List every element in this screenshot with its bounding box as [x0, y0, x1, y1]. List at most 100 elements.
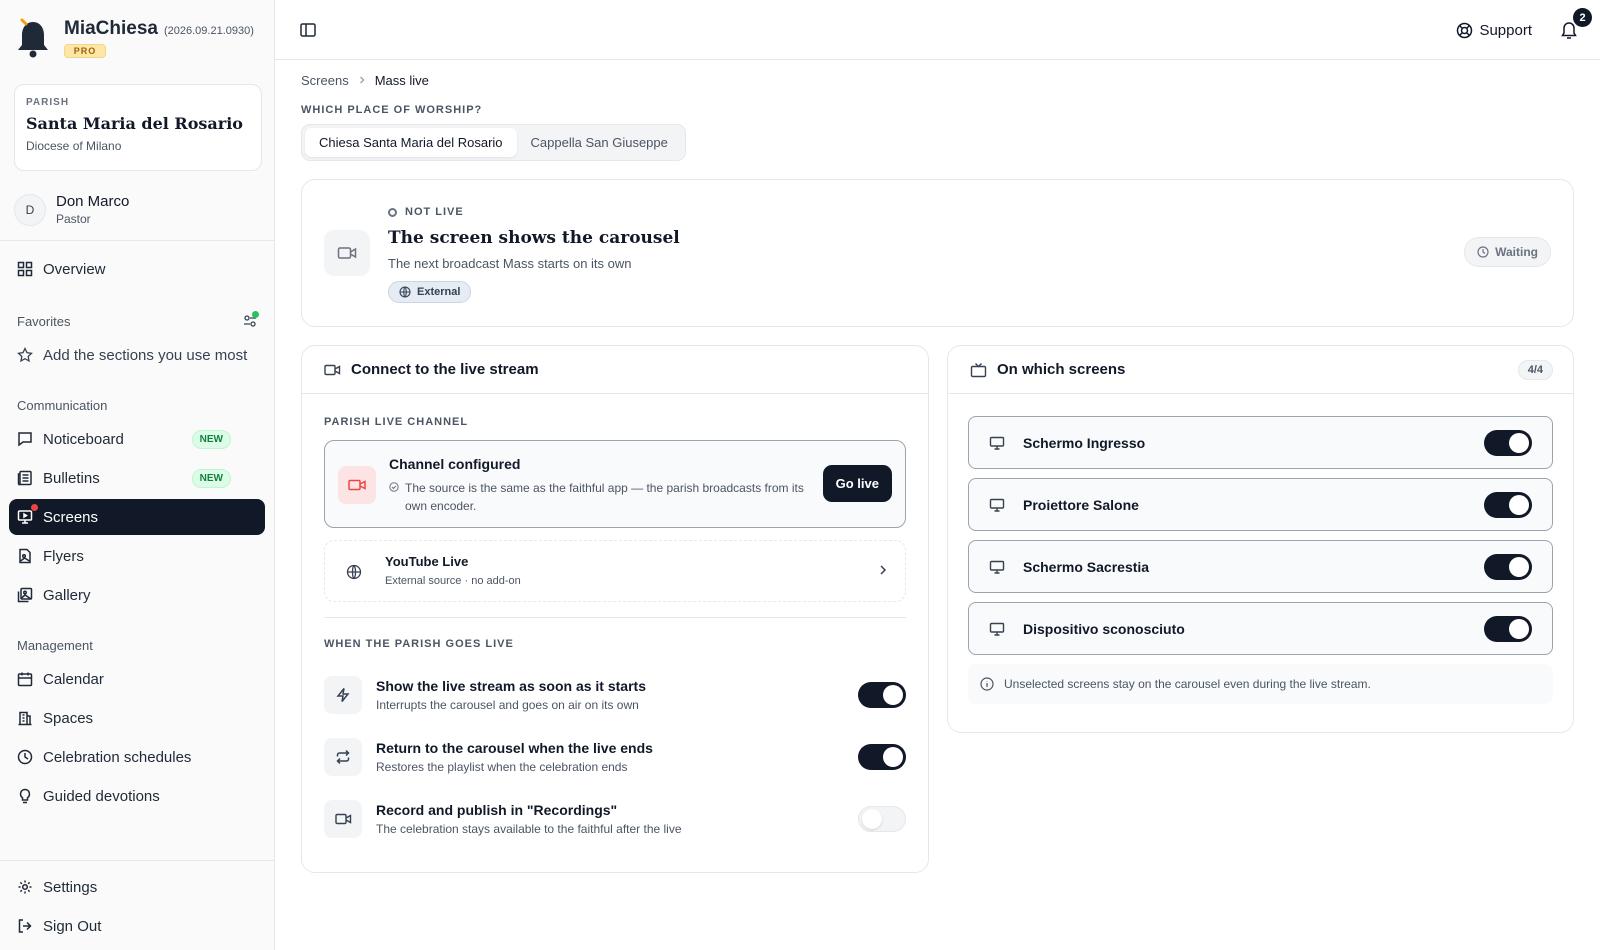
monitor-icon — [989, 497, 1005, 513]
youtube-live-option[interactable]: YouTube Live External source · no add-on — [324, 540, 906, 602]
live-state-label: NOT LIVE — [405, 206, 464, 218]
sidebar-item-label: Celebration schedules — [43, 748, 192, 766]
user-role: Pastor — [56, 212, 91, 226]
option-return-carousel: Return to the carousel when the live end… — [324, 726, 906, 788]
sidebar-item-label: Screens — [43, 508, 99, 526]
support-button[interactable]: Support — [1456, 22, 1532, 39]
status-ring-icon — [388, 207, 397, 217]
sidebar-item-sign-out[interactable]: Sign Out — [9, 908, 265, 944]
parish-card[interactable]: PARISH Santa Maria del Rosario Diocese o… — [14, 84, 262, 171]
log-out-icon — [17, 918, 33, 934]
sidebar-item-label: Noticeboard — [43, 430, 124, 448]
screen-row: Schermo Ingresso — [968, 416, 1553, 469]
avatar: D — [14, 193, 46, 226]
return-carousel-toggle[interactable] — [858, 744, 906, 770]
video-camera-icon — [324, 800, 362, 838]
new-badge: NEW — [191, 468, 231, 488]
option-title: Record and publish in "Recordings" — [376, 802, 618, 818]
waiting-label: Waiting — [1495, 245, 1538, 259]
new-badge: NEW — [191, 429, 231, 449]
configured-channel-card[interactable]: Channel configured The source is the sam… — [324, 440, 906, 528]
edit-favorites-icon[interactable] — [243, 311, 259, 328]
worship-option-cappella[interactable]: Cappella San Giuseppe — [517, 128, 682, 157]
screens-panel-title: On which screens — [997, 361, 1126, 378]
go-live-button[interactable]: Go live — [822, 465, 892, 502]
sidebar-item-label: Bulletins — [43, 469, 100, 487]
alert-dot — [30, 503, 39, 512]
sidebar-item-flyers[interactable]: Flyers — [9, 538, 265, 574]
connect-panel-title: Connect to the live stream — [351, 361, 539, 378]
screen-name: Dispositivo sconosciuto — [1023, 620, 1185, 637]
sidebar-item-gallery[interactable]: Gallery — [9, 577, 265, 613]
pro-badge: PRO — [64, 44, 106, 58]
screen-row: Dispositivo sconosciuto — [968, 602, 1553, 655]
status-dot — [252, 311, 259, 318]
sidebar-toggle-icon[interactable] — [299, 21, 317, 39]
screen-toggle[interactable] — [1484, 553, 1532, 580]
globe-icon — [399, 286, 411, 298]
sidebar-item-label: Flyers — [43, 547, 84, 565]
screens-panel: On which screens 4/4 Schermo Ingresso Pr… — [947, 345, 1574, 733]
screen-toggle[interactable] — [1484, 615, 1532, 642]
sidebar-item-spaces[interactable]: Spaces — [9, 700, 265, 736]
app-name: MiaChiesa — [64, 18, 158, 39]
connect-panel: Connect to the live stream PARISH LIVE C… — [301, 345, 929, 873]
info-icon — [980, 677, 994, 691]
gear-icon — [17, 879, 33, 895]
sidebar-footer: Settings Sign Out — [0, 860, 274, 944]
bell-logo-icon — [16, 18, 50, 58]
source-chip: External — [388, 281, 472, 303]
worship-option-chiesa[interactable]: Chiesa Santa Maria del Rosario — [305, 128, 517, 157]
check-circle-icon — [389, 482, 399, 515]
connect-panel-header: Connect to the live stream — [302, 346, 928, 394]
file-image-icon — [17, 548, 33, 564]
communication-label: Communication — [17, 397, 108, 413]
sidebar-item-noticeboard[interactable]: Noticeboard NEW — [9, 421, 265, 457]
screens-info-note: Unselected screens stay on the carousel … — [968, 664, 1553, 704]
monitor-icon — [989, 621, 1005, 637]
sidebar-item-guided-devotions[interactable]: Guided devotions — [9, 778, 265, 814]
screens-panel-header: On which screens 4/4 — [948, 346, 1573, 394]
monitor-play-icon — [17, 509, 33, 525]
sidebar-item-label: Gallery — [43, 586, 91, 604]
calendar-icon — [17, 671, 33, 687]
auto-show-live-toggle[interactable] — [858, 682, 906, 708]
user-profile[interactable]: D Don Marco Pastor — [0, 171, 274, 241]
parish-diocese: Diocese of Milano — [26, 139, 122, 153]
option-record-publish: Record and publish in "Recordings" The c… — [324, 788, 906, 850]
channel-description: The source is the same as the faithful a… — [389, 479, 807, 515]
sidebar-item-label: Sign Out — [43, 917, 102, 935]
star-icon — [17, 347, 33, 363]
sidebar-item-screens[interactable]: Screens — [9, 499, 265, 535]
clock-icon — [17, 749, 33, 765]
screen-row: Proiettore Salone — [968, 478, 1553, 531]
video-camera-icon — [324, 363, 341, 377]
images-icon — [17, 587, 33, 603]
sidebar-item-add-favorites[interactable]: Add the sections you use most — [9, 337, 265, 373]
record-publish-toggle[interactable] — [858, 806, 906, 832]
newspaper-icon — [17, 470, 33, 486]
parish-kicker: PARISH — [26, 97, 70, 108]
screen-toggle[interactable] — [1484, 491, 1532, 518]
chevron-right-icon — [877, 563, 889, 582]
sidebar-item-label: Calendar — [43, 670, 104, 688]
sidebar-item-overview[interactable]: Overview — [9, 251, 265, 287]
sidebar-item-settings[interactable]: Settings — [9, 869, 265, 905]
screen-toggle[interactable] — [1484, 429, 1532, 456]
chevron-right-icon — [357, 75, 367, 85]
clock-icon — [1477, 246, 1489, 258]
option-title: Return to the carousel when the live end… — [376, 740, 653, 756]
breadcrumb-parent-link[interactable]: Screens — [301, 73, 349, 88]
favorites-header: Favorites — [0, 311, 274, 331]
sidebar-item-calendar[interactable]: Calendar — [9, 661, 265, 697]
waiting-status-badge: Waiting — [1464, 237, 1551, 267]
sidebar-item-bulletins[interactable]: Bulletins NEW — [9, 460, 265, 496]
notifications-button[interactable]: 2 — [1560, 8, 1592, 40]
sidebar-item-celebration-schedules[interactable]: Celebration schedules — [9, 739, 265, 775]
option-subtitle: Restores the playlist when the celebrati… — [376, 760, 628, 774]
tv-icon — [970, 362, 987, 378]
option-subtitle: The celebration stays available to the f… — [376, 822, 682, 836]
live-status-card: NOT LIVE The screen shows the carousel T… — [301, 179, 1574, 327]
management-label: Management — [17, 637, 93, 653]
status-subtitle: The next broadcast Mass starts on its ow… — [388, 256, 632, 271]
